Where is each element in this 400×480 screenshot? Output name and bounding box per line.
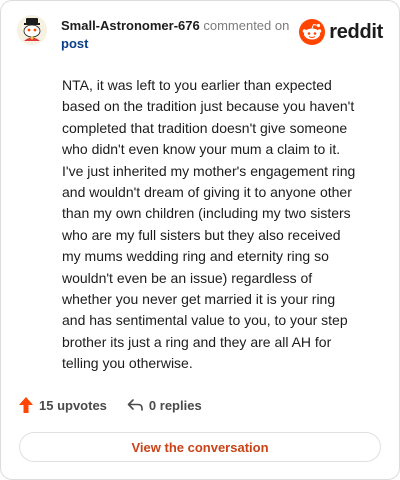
action-text: commented on: [203, 18, 290, 33]
username-link[interactable]: Small-Astronomer-676: [61, 18, 200, 33]
reply-button[interactable]: 0 replies: [127, 398, 202, 413]
arrow-up-icon: [19, 397, 33, 413]
user-avatar[interactable]: [17, 15, 47, 45]
snoo-avatar-icon: [17, 15, 47, 45]
reddit-logo[interactable]: reddit: [299, 19, 383, 45]
comment-actions: 15 upvotes 0 replies: [19, 397, 202, 413]
reddit-wordmark: reddit: [329, 20, 383, 43]
reddit-snoo-icon: [299, 19, 326, 45]
view-conversation-button[interactable]: View the conversation: [19, 432, 381, 462]
reply-arrow-icon: [127, 399, 143, 411]
replies-count: 0 replies: [148, 397, 202, 413]
upvote-button[interactable]: 15 upvotes: [19, 397, 107, 413]
comment-body: NTA, it was left to you earlier than exp…: [62, 77, 356, 372]
upvotes-count: 15 upvotes: [39, 397, 107, 413]
comment-card: Small-Astronomer-676 commented on post r…: [0, 0, 400, 480]
post-link[interactable]: post: [61, 35, 301, 53]
comment-header: Small-Astronomer-676 commented on post: [61, 17, 301, 53]
